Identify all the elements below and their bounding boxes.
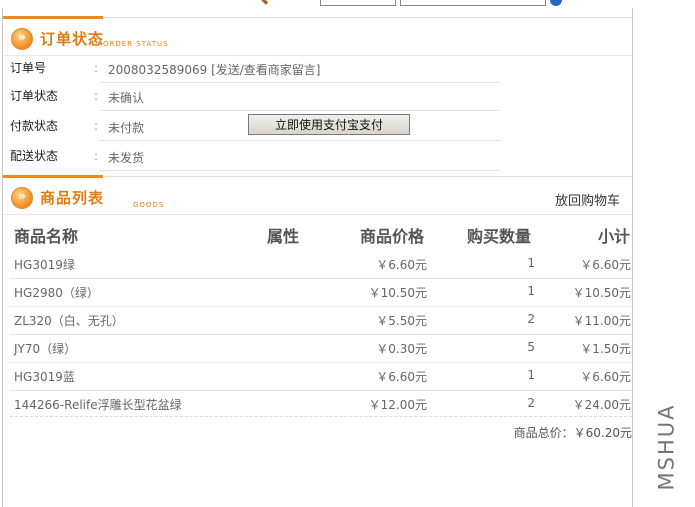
item-name[interactable]: JY70（绿）: [14, 340, 76, 357]
item-price: ￥5.50元: [376, 314, 427, 328]
shipping-status-value: 未发货: [108, 151, 145, 165]
item-price: ￥0.30元: [376, 342, 427, 356]
search-input[interactable]: [400, 0, 546, 6]
chevron-right-icon: »: [11, 187, 33, 209]
search-go-icon[interactable]: [550, 0, 562, 6]
item-subtotal: ￥6.60元: [580, 258, 631, 272]
column-header-quantity: 购买数量: [467, 227, 532, 246]
item-subtotal: ￥11.00元: [572, 314, 631, 328]
table-row: HG3019蓝 ￥6.60元 1 ￥6.60元: [10, 363, 632, 391]
watermark-text: MSHUA: [654, 403, 679, 491]
order-status-header: » 订单状态 ORDER STATUS: [3, 16, 632, 56]
back-to-cart-link[interactable]: 放回购物车: [555, 190, 620, 209]
section-subtitle: GOODS: [133, 201, 165, 209]
item-subtotal: ￥1.50元: [580, 342, 631, 356]
tag-icon: [258, 0, 272, 6]
item-quantity: 1: [527, 256, 535, 270]
item-price: ￥10.50元: [368, 286, 427, 300]
column-header-price: 商品价格: [360, 227, 425, 246]
item-subtotal: ￥6.60元: [580, 370, 631, 384]
item-name[interactable]: HG2980（绿）: [14, 284, 99, 301]
shipping-status-label: 配送状态: [10, 149, 59, 163]
order-status-label: 订单状态: [10, 89, 59, 103]
category-select[interactable]: [320, 0, 396, 6]
item-price: ￥12.00元: [368, 398, 427, 412]
goods-total: 商品总价：￥60.20元: [513, 426, 632, 440]
item-price: ￥6.60元: [376, 370, 427, 384]
item-name[interactable]: HG3019绿: [14, 256, 75, 273]
item-price: ￥6.60元: [376, 258, 427, 272]
column-header-attributes: 属性: [267, 227, 300, 246]
top-toolbar: [0, 0, 632, 8]
item-subtotal: ￥10.50元: [572, 286, 631, 300]
table-row: HG3019绿 ￥6.60元 1 ￥6.60元: [10, 251, 632, 279]
payment-status-label: 付款状态: [10, 119, 59, 133]
item-quantity: 1: [527, 368, 535, 382]
table-row: ZL320（白、无孔） ￥5.50元 2 ￥11.00元: [10, 307, 632, 335]
panel-border-left: [2, 8, 3, 507]
table-row: 144266-Relife浮雕长型花盆绿 ￥12.00元 2 ￥24.00元: [10, 391, 632, 419]
alipay-pay-button[interactable]: 立即使用支付宝支付: [248, 114, 410, 135]
column-header-subtotal: 小计: [598, 227, 631, 246]
order-number-value[interactable]: 2008032589069 [发送/查看商家留言]: [108, 61, 320, 78]
header-accent-bar: [3, 16, 103, 19]
item-quantity: 5: [527, 340, 535, 354]
section-subtitle: ORDER STATUS: [103, 40, 169, 48]
item-quantity: 2: [527, 312, 535, 326]
order-status-row: 订单状态 : 未确认: [10, 84, 500, 111]
order-number-label: 订单号: [10, 61, 47, 75]
item-quantity: 2: [527, 396, 535, 410]
panel-border-right: [632, 8, 633, 507]
chevron-right-icon: »: [11, 28, 33, 50]
item-name[interactable]: 144266-Relife浮雕长型花盆绿: [14, 396, 182, 413]
goods-list-header: » 商品列表 GOODS 放回购物车: [3, 175, 632, 215]
payment-status-value: 未付款: [108, 121, 145, 135]
total-divider: [10, 416, 632, 417]
watermark: MSHUA: [654, 400, 688, 500]
item-subtotal: ￥24.00元: [572, 398, 631, 412]
section-title: 订单状态: [40, 30, 105, 48]
order-number-row: 订单号 : 2008032589069 [发送/查看商家留言]: [10, 56, 500, 83]
item-name[interactable]: ZL320（白、无孔）: [14, 312, 124, 329]
item-quantity: 1: [527, 284, 535, 298]
table-row: HG2980（绿） ￥10.50元 1 ￥10.50元: [10, 279, 632, 307]
order-status-value: 未确认: [108, 91, 145, 105]
section-title: 商品列表: [40, 189, 105, 207]
table-row: JY70（绿） ￥0.30元 5 ￥1.50元: [10, 335, 632, 363]
column-header-name: 商品名称: [14, 227, 79, 246]
shipping-status-row: 配送状态 : 未发货: [10, 144, 500, 171]
header-accent-bar: [3, 175, 103, 178]
item-name[interactable]: HG3019蓝: [14, 368, 75, 385]
